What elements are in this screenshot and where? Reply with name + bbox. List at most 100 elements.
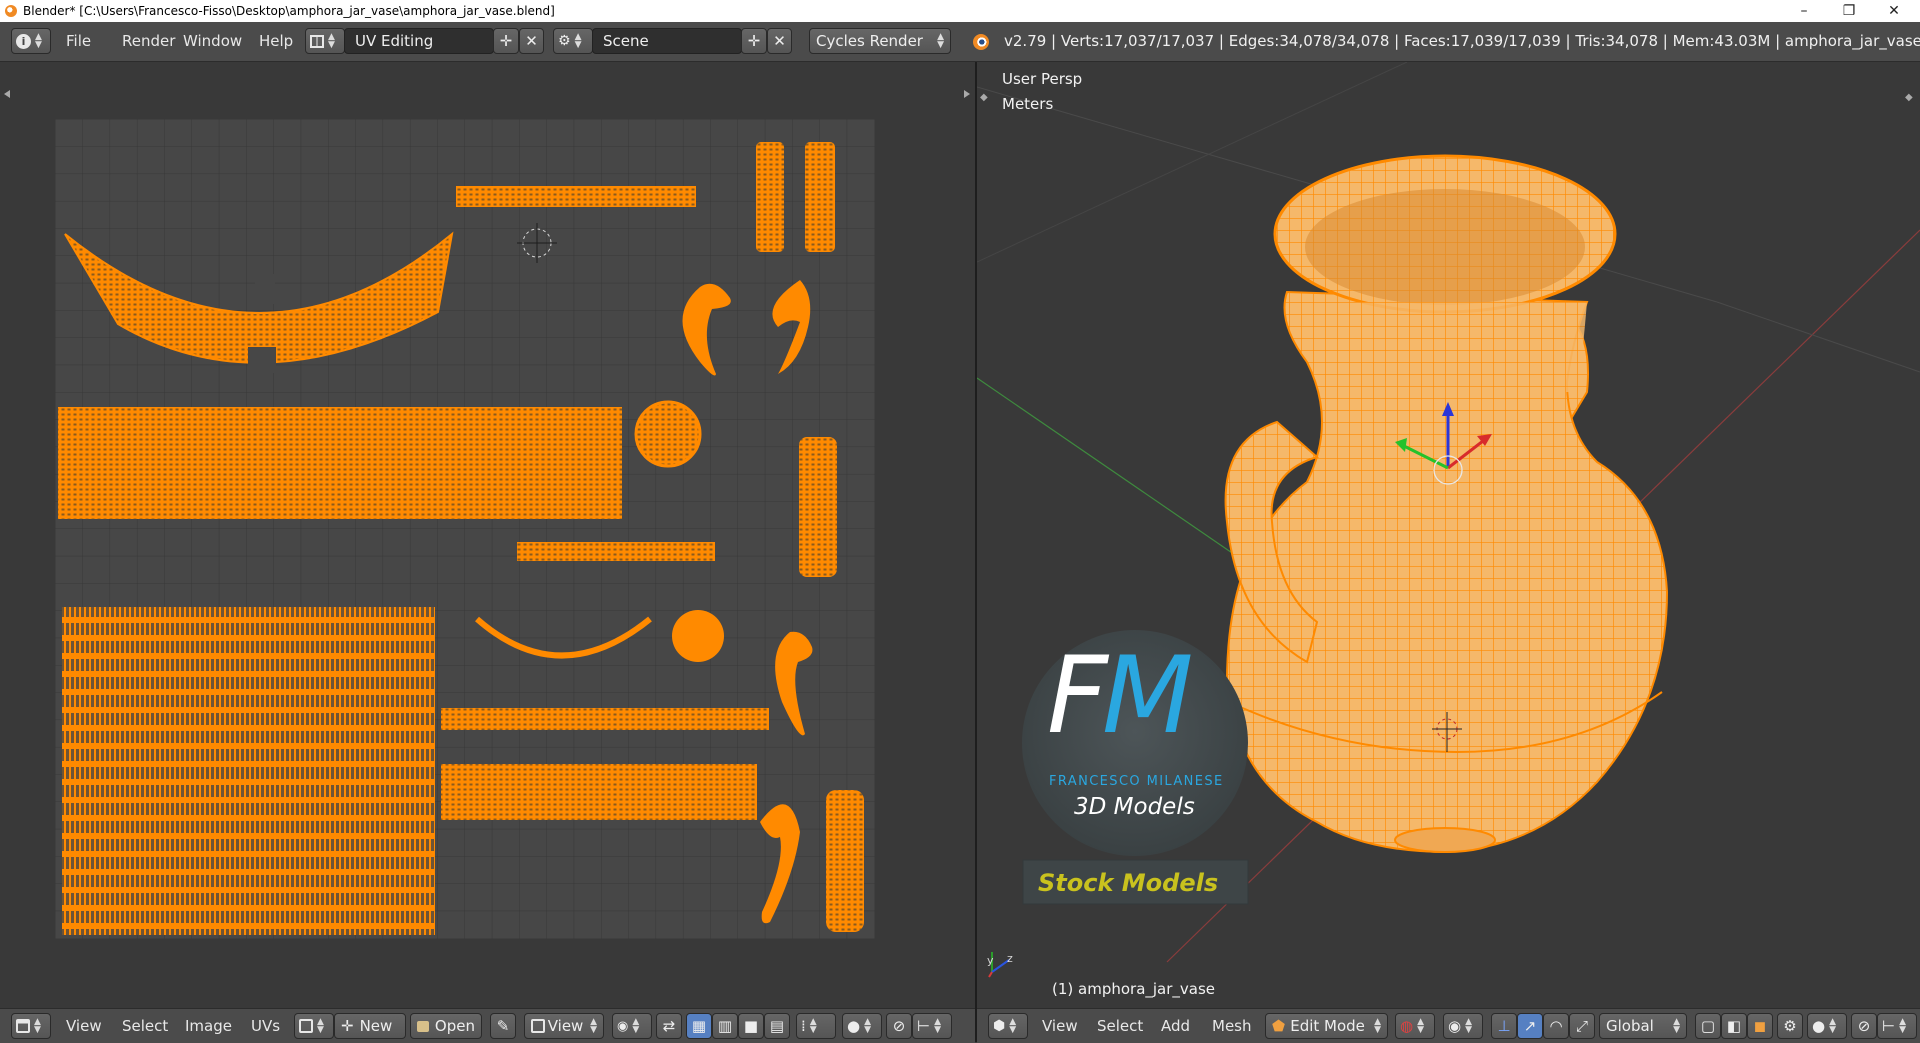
sticky-icon: ⁞ (801, 1017, 806, 1035)
watermark-tagline: 3D Models (1074, 794, 1195, 820)
uv-canvas[interactable] (0, 62, 975, 1008)
new-image-button[interactable]: ✛ New (334, 1013, 406, 1039)
editor-type-info-button[interactable]: i ▲ ▼ (11, 28, 51, 54)
uv-island-column[interactable] (826, 790, 864, 932)
screen-layout-icon (310, 34, 324, 48)
uv-menu-uvs[interactable]: UVs (251, 1013, 280, 1039)
watermark-author: FRANCESCO MILANESE (1049, 774, 1224, 789)
snap-element-dropdown[interactable]: ⊢ ▲ ▼ (912, 1013, 952, 1039)
view3d-menu-select[interactable]: Select (1097, 1013, 1143, 1039)
orientation-dropdown[interactable]: Global ▲ ▼ (1599, 1013, 1687, 1039)
vertex-mode-button[interactable]: ▢ (1695, 1013, 1721, 1039)
occlude-geometry-button[interactable]: ⚙ (1777, 1013, 1803, 1039)
open-image-button[interactable]: Open (410, 1013, 482, 1039)
proportional-edit-dropdown[interactable]: ● ▲ ▼ (842, 1013, 882, 1039)
uv-island-disc-small[interactable] (672, 610, 724, 662)
sync-selection-button[interactable]: ⇄ (656, 1013, 682, 1039)
object-label: (1) amphora_jar_vase (1052, 980, 1216, 998)
grid-line (1716, 301, 1920, 373)
uv-island-neck[interactable] (805, 142, 835, 252)
uv-island-strip[interactable] (456, 186, 696, 207)
menu-help[interactable]: Help (259, 28, 293, 54)
toolshelf-toggle-arrow[interactable] (4, 90, 10, 98)
screen-delete-button[interactable]: ✕ (519, 28, 544, 54)
uv-menu-image[interactable]: Image (185, 1013, 232, 1039)
pivot-dropdown[interactable]: ◉ ▲ ▼ (612, 1013, 652, 1039)
menu-render[interactable]: Render (122, 28, 175, 54)
scale-manipulator-button[interactable]: ⤢ (1569, 1013, 1595, 1039)
screen-layout-field[interactable]: UV Editing (344, 28, 494, 54)
uv-menu-select[interactable]: Select (122, 1013, 168, 1039)
select-mode-vertex-button[interactable]: ▦ (686, 1013, 712, 1039)
manipulator-toggle-button[interactable]: ⊥ (1491, 1013, 1517, 1039)
scene-delete-button[interactable]: ✕ (767, 28, 792, 54)
pin-image-button[interactable]: ✎ (490, 1013, 516, 1039)
scene-browse-button[interactable]: ⚙ ▲ ▼ (553, 28, 593, 54)
screen-add-button[interactable]: ✛ (493, 28, 519, 54)
menu-window[interactable]: Window (183, 28, 242, 54)
uv-image-editor[interactable] (0, 62, 975, 1008)
view-mode-dropdown[interactable]: View ▲ ▼ (524, 1013, 604, 1039)
screen-layout-browse-button[interactable]: ▲ ▼ (305, 28, 345, 54)
viewport-canvas[interactable]: z y FM FRANCESCO MILANESE 3D Models Stoc… (977, 62, 1920, 1008)
select-mode-edge-button[interactable]: ▥ (712, 1013, 738, 1039)
manipulator-toggle-icon: ⊥ (1497, 1017, 1511, 1035)
mesh-object-icon: ⬟ (1272, 1017, 1286, 1035)
minimize-button[interactable]: – (1782, 0, 1826, 22)
properties-toggle-arrow[interactable] (964, 90, 970, 98)
uv-island-neck[interactable] (756, 142, 784, 252)
proportional-editing-dropdown[interactable]: ● ▲ ▼ (1807, 1013, 1847, 1039)
scene-field[interactable]: Scene (592, 28, 742, 54)
uv-island-large[interactable] (62, 607, 435, 935)
translate-manipulator-button[interactable]: ↗ (1517, 1013, 1543, 1039)
face-mode-button[interactable]: ◼ (1747, 1013, 1773, 1039)
uv-island-band[interactable] (441, 764, 757, 820)
shading-dropdown[interactable]: ◍ ▲ ▼ (1395, 1013, 1435, 1039)
uv-editor-header: ▲ ▼ View Select Image UVs ▲ ▼ ✛ New Open ✎… (0, 1008, 975, 1043)
editor-type-3d-button[interactable]: ⬢ ▲ ▼ (988, 1013, 1028, 1039)
editor-type-uv-button[interactable]: ▲ ▼ (11, 1013, 51, 1039)
snap-target-icon: ⊢ (1882, 1017, 1896, 1035)
vertex-select-icon: ▦ (691, 1017, 707, 1035)
scale-icon: ⤢ (1575, 1017, 1588, 1035)
rotate-manipulator-button[interactable]: ◠ (1543, 1013, 1569, 1039)
magnet-icon: ⊘ (892, 1017, 906, 1035)
render-engine-dropdown[interactable]: Cycles Render ▲ ▼ (809, 28, 951, 54)
properties-toggle-arrow[interactable]: ◆ (1905, 92, 1913, 103)
select-mode-island-button[interactable]: ▤ (764, 1013, 790, 1039)
snap-button[interactable]: ⊘ (1851, 1013, 1877, 1039)
menu-file[interactable]: File (66, 28, 91, 54)
view3d-menu-view[interactable]: View (1042, 1013, 1078, 1039)
uv-menu-view[interactable]: View (66, 1013, 102, 1039)
scene-icon: ⚙ (558, 33, 571, 49)
image-browse-button[interactable]: ▲ ▼ (294, 1013, 334, 1039)
pivot-point-dropdown[interactable]: ◉ ▲ ▼ (1443, 1013, 1483, 1039)
uv-island-strip[interactable] (441, 708, 769, 730)
scene-add-button[interactable]: ✛ (741, 28, 767, 54)
maximize-button[interactable]: ❐ (1827, 0, 1871, 22)
toolshelf-toggle-arrow[interactable]: ◆ (980, 92, 988, 103)
view3d-menu-mesh[interactable]: Mesh (1212, 1013, 1252, 1039)
edge-mode-button[interactable]: ◧ (1721, 1013, 1747, 1039)
face-mode-icon: ◼ (1753, 1017, 1767, 1035)
sticky-select-dropdown[interactable]: ⁞ ▲ ▼ (796, 1013, 836, 1039)
amphora-mesh[interactable] (1224, 154, 1669, 854)
snap-target-dropdown[interactable]: ⊢ ▲ ▼ (1877, 1013, 1917, 1039)
view3d-viewport[interactable]: z y FM FRANCESCO MILANESE 3D Models Stoc… (977, 62, 1920, 1008)
scene-statistics: v2.79 | Verts:17,037/17,037 | Edges:34,0… (1004, 32, 1920, 50)
mode-dropdown[interactable]: ⬟ Edit Mode ▲ ▼ (1265, 1013, 1388, 1039)
close-button[interactable]: ✕ (1872, 0, 1916, 22)
blender-app-icon (5, 5, 17, 17)
uv-island-column[interactable] (799, 437, 837, 577)
face-select-icon: ■ (743, 1017, 759, 1035)
select-mode-face-button[interactable]: ■ (738, 1013, 764, 1039)
rotate-icon: ◠ (1549, 1017, 1563, 1035)
edge-select-icon: ▥ (717, 1017, 733, 1035)
uv-island-disc[interactable] (634, 400, 702, 468)
uv-island-strip[interactable] (517, 542, 715, 561)
uv-island-arch-gap (248, 347, 276, 373)
snap-toggle-button[interactable]: ⊘ (886, 1013, 912, 1039)
uv-island-body[interactable] (58, 407, 622, 519)
view3d-menu-add[interactable]: Add (1161, 1013, 1190, 1039)
orientation-label: Global (1606, 1017, 1654, 1035)
